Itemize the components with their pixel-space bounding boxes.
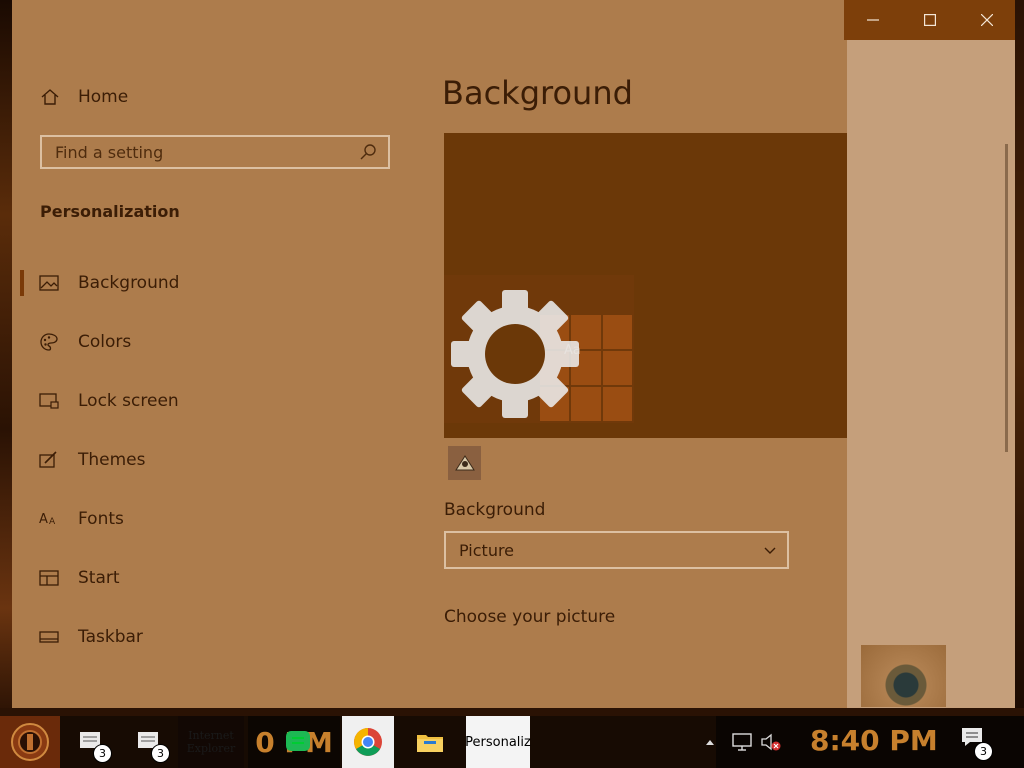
network-icon[interactable] <box>730 732 754 752</box>
choose-picture-label: Choose your picture <box>444 607 616 627</box>
taskbar-clock[interactable]: 8:40 PM <box>810 724 938 757</box>
search-input[interactable]: Find a setting <box>40 135 390 169</box>
svg-text:A: A <box>39 512 48 527</box>
section-title: Personalization <box>40 202 180 221</box>
minimize-icon <box>866 19 879 21</box>
lock-screen-icon <box>39 391 59 411</box>
sidebar-item-taskbar[interactable]: Taskbar <box>12 621 415 653</box>
system-tray: 8:40 PM 3 <box>716 716 1024 768</box>
palette-icon <box>39 332 59 352</box>
sidebar-item-start[interactable]: Start <box>12 562 415 594</box>
taskbar-app-file-explorer[interactable] <box>404 716 456 768</box>
window-right-region <box>847 40 1015 708</box>
sidebar-item-label: Background <box>78 273 180 293</box>
maximize-button[interactable] <box>901 0 958 40</box>
search-icon <box>360 144 376 160</box>
sidebar-item-label: Taskbar <box>78 627 143 647</box>
sidebar-item-lock-screen[interactable]: Lock screen <box>12 385 415 417</box>
home-label: Home <box>78 87 129 107</box>
ie-label-line1: Internet <box>188 729 234 742</box>
wallpaper-thumbnail[interactable] <box>861 645 946 707</box>
sidebar-item-label: Fonts <box>78 509 124 529</box>
chevron-up-icon[interactable] <box>705 738 715 746</box>
taskbar-app-clock-widget[interactable]: 0 PM <box>248 716 340 768</box>
title-bar <box>844 0 1015 40</box>
brush-icon <box>39 450 59 470</box>
background-label: Background <box>444 500 546 520</box>
chrome-icon <box>354 728 382 756</box>
picture-icon <box>39 273 59 293</box>
taskbar-app-internet-explorer[interactable]: Internet Explorer <box>178 716 244 768</box>
close-icon <box>980 14 993 26</box>
steampunk-orb-icon <box>11 723 49 761</box>
recent-picture-thumbnail[interactable] <box>448 446 481 480</box>
sidebar-item-background[interactable]: Background <box>12 267 415 299</box>
sidebar-item-label: Start <box>78 568 120 588</box>
sidebar-item-themes[interactable]: Themes <box>12 444 415 476</box>
taskbar-app-chrome[interactable] <box>342 716 394 768</box>
taskbar-app-messages-2[interactable]: 3 <box>124 716 174 768</box>
ie-label-line2: Explorer <box>186 742 236 755</box>
start-icon <box>39 568 59 588</box>
taskbar-icon <box>39 627 59 647</box>
home-icon <box>41 89 59 105</box>
sidebar-item-label: Colors <box>78 332 132 352</box>
minimize-button[interactable] <box>844 0 901 40</box>
selected-indicator <box>20 270 24 296</box>
settings-sidebar: Home Find a setting Personalization Back… <box>12 0 415 708</box>
folder-icon <box>417 735 443 752</box>
notification-badge: 3 <box>93 744 112 763</box>
taskbar-app-personalization[interactable]: Personaliz <box>465 716 531 768</box>
scrollbar[interactable] <box>1005 144 1008 452</box>
background-type-value: Picture <box>459 540 515 560</box>
taskbar-app-messages-1[interactable]: 3 <box>66 716 116 768</box>
start-button[interactable] <box>0 716 60 768</box>
sidebar-item-fonts[interactable]: AA Fonts <box>12 503 415 535</box>
maximize-icon <box>923 14 936 26</box>
action-center-button[interactable]: 3 <box>960 726 1000 761</box>
sidebar-item-colors[interactable]: Colors <box>12 326 415 358</box>
notification-badge: 3 <box>151 744 170 763</box>
volume-muted-icon[interactable] <box>760 732 784 752</box>
svg-text:A: A <box>49 517 56 527</box>
close-button[interactable] <box>958 0 1015 40</box>
desktop-left-edge <box>0 0 12 716</box>
action-center-badge: 3 <box>974 742 993 761</box>
chat-icon <box>286 731 310 751</box>
search-placeholder: Find a setting <box>55 142 164 162</box>
page-title: Background <box>442 74 633 112</box>
background-type-dropdown[interactable]: Picture <box>444 531 789 569</box>
chevron-down-icon <box>764 547 776 554</box>
font-icon: AA <box>39 509 59 529</box>
sidebar-item-label: Lock screen <box>78 391 179 411</box>
loading-gear-icon <box>451 290 579 418</box>
active-window-label: Personaliz <box>465 734 531 750</box>
home-nav-item[interactable]: Home <box>40 84 128 110</box>
desktop-right-edge <box>1014 0 1024 716</box>
sidebar-item-label: Themes <box>78 450 146 470</box>
taskbar: 3 3 Internet Explorer 0 PM Personaliz 8:… <box>0 716 1024 768</box>
